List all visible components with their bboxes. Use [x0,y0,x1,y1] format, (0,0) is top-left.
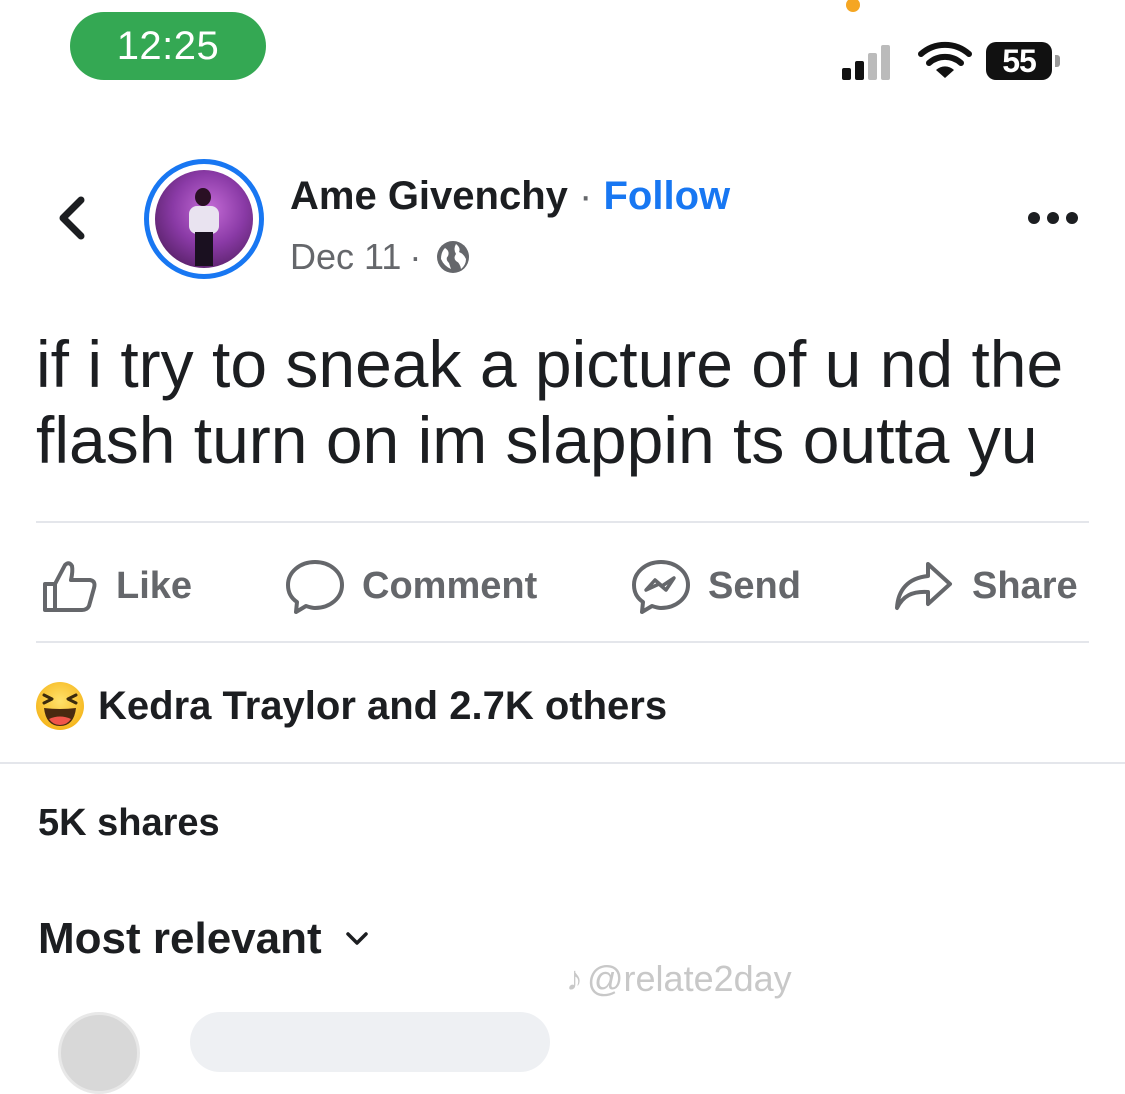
status-time: 12:25 [70,12,266,80]
share-arrow-icon [895,562,952,610]
comment-button[interactable]: Comment [284,556,537,616]
reactions-text: Kedra Traylor and 2.7K others [98,683,668,728]
avatar-photo [155,170,253,268]
more-options-button[interactable] [1028,208,1078,228]
chevron-down-icon [345,932,368,945]
haha-reaction-icon [36,682,84,730]
post-text-line-2: flash turn on im slappin ts outta yu [36,403,1038,477]
more-horizontal-icon [1028,212,1040,224]
divider-top [36,521,1089,523]
privacy-indicator-dot [846,0,860,12]
chevron-left-icon[interactable] [48,188,98,248]
author-line: Ame Givenchy · Follow [290,174,730,219]
tiktok-icon: ♪ [566,959,583,998]
like-label: Like [116,564,193,607]
post-meta: Dec 11 · [290,236,471,278]
send-label: Send [708,564,801,607]
divider-actions [36,641,1089,643]
author-avatar[interactable] [144,159,264,279]
post-text: if i try to sneak a picture of u nd the … [36,326,1106,478]
comment-bubble[interactable] [190,1012,550,1072]
battery-level: 55 [986,42,1052,80]
watermark: ♪ @relate2day [566,958,792,1000]
share-label: Share [972,564,1078,607]
comments-sort-label: Most relevant [38,914,322,963]
shares-count[interactable]: 5K shares [38,802,220,845]
post-text-line-1: if i try to sneak a picture of u nd the [36,327,1064,401]
reactions-summary[interactable]: Kedra Traylor and 2.7K others [34,676,667,736]
comments-sort-dropdown[interactable]: Most relevant [38,914,370,964]
date-separator: · [409,236,422,277]
signal-icon [842,45,890,80]
comment-label: Comment [362,564,538,607]
author-name[interactable]: Ame Givenchy [290,174,568,218]
watermark-text: @relate2day [587,958,792,999]
wifi-icon [918,41,972,78]
thumbs-up-icon [43,561,97,612]
divider-reactions [0,762,1125,764]
post-date[interactable]: Dec 11 [290,236,401,278]
comment-avatar[interactable] [58,1012,140,1094]
globe-icon [437,241,470,273]
comment-icon [286,560,344,614]
battery-icon: 55 [986,42,1062,80]
author-separator: · [579,174,593,218]
messenger-icon [632,560,690,614]
like-button[interactable]: Like [40,556,192,616]
follow-button[interactable]: Follow [603,174,730,218]
share-button[interactable]: Share [892,556,1078,616]
send-button[interactable]: Send [630,556,801,616]
